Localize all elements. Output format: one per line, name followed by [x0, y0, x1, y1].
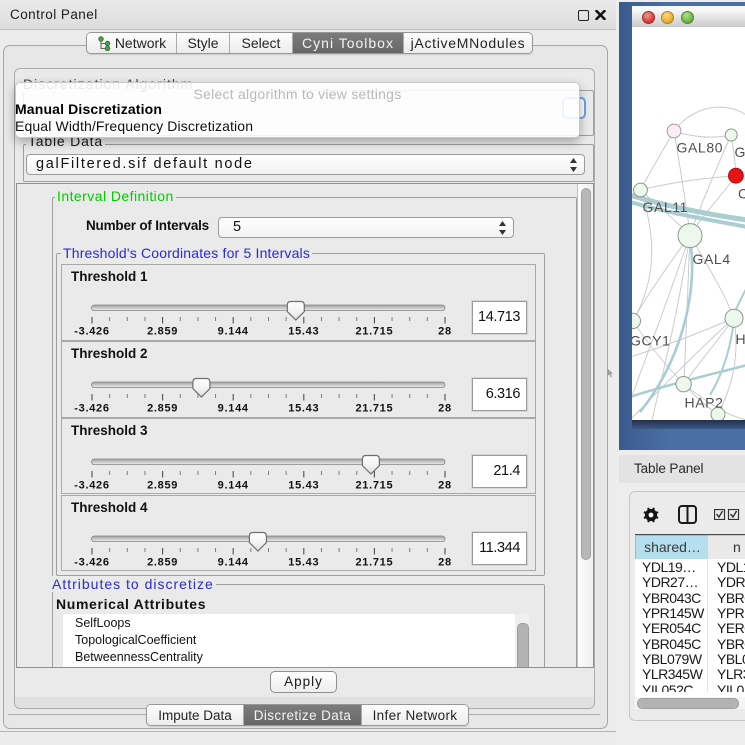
svg-text:28: 28 [438, 326, 452, 338]
svg-text:9.144: 9.144 [218, 326, 249, 338]
svg-text:21.715: 21.715 [355, 479, 393, 491]
svg-text:28: 28 [438, 479, 452, 491]
svg-text:GCY1: GCY1 [632, 333, 671, 349]
svg-text:HAP2: HAP2 [685, 395, 724, 411]
svg-text:2.859: 2.859 [147, 479, 178, 491]
svg-text:15.43: 15.43 [288, 403, 319, 415]
svg-text:2.859: 2.859 [147, 403, 178, 415]
svg-text:28: 28 [438, 403, 452, 415]
svg-text:HIS: HIS [736, 331, 745, 347]
svg-text:21.715: 21.715 [355, 326, 393, 338]
svg-text:9.144: 9.144 [218, 556, 249, 568]
svg-text:9.144: 9.144 [218, 403, 249, 415]
svg-text:-3.426: -3.426 [74, 403, 109, 415]
svg-text:-3.426: -3.426 [74, 479, 109, 491]
svg-text:15.43: 15.43 [288, 556, 319, 568]
svg-text:21.715: 21.715 [355, 403, 393, 415]
svg-text:GAL80: GAL80 [677, 140, 724, 156]
svg-text:GAL11: GAL11 [643, 199, 689, 215]
svg-text:-3.426: -3.426 [74, 326, 109, 338]
svg-text:C: C [738, 186, 745, 202]
svg-text:GAL4: GAL4 [693, 251, 731, 267]
svg-text:GA: GA [735, 144, 745, 160]
svg-text:9.144: 9.144 [218, 479, 249, 491]
svg-text:-3.426: -3.426 [74, 556, 109, 568]
svg-text:28: 28 [438, 556, 452, 568]
svg-text:2.859: 2.859 [147, 556, 178, 568]
svg-text:21.715: 21.715 [355, 556, 393, 568]
svg-text:2.859: 2.859 [147, 326, 178, 338]
svg-text:15.43: 15.43 [288, 479, 319, 491]
svg-text:15.43: 15.43 [288, 326, 319, 338]
